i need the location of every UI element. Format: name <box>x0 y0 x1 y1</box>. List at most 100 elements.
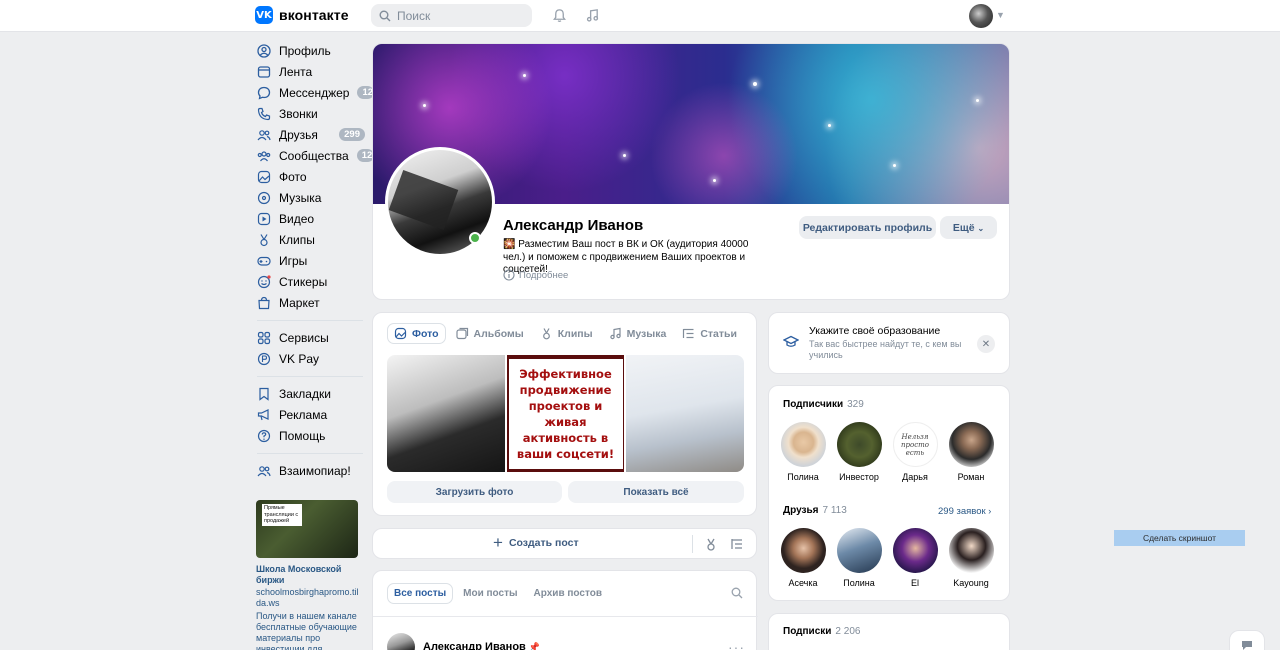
follower-item[interactable]: Инвестор <box>831 422 887 482</box>
ad-url[interactable]: schoolmosbirghapromo.tilda.ws <box>256 587 360 609</box>
profile-card: Александр Иванов 🎇 Разместим Ваш пост в … <box>372 43 1010 300</box>
user-avatar[interactable] <box>969 4 993 28</box>
clips-icon[interactable] <box>704 537 718 554</box>
vkpay-icon <box>257 352 271 366</box>
sidebar-item[interactable]: Закладки <box>255 383 365 404</box>
ad-title[interactable]: Школа Московской биржи <box>256 564 360 586</box>
graduation-cap-icon <box>782 335 800 352</box>
friend-item[interactable]: Асечка <box>775 528 831 588</box>
sidebar-item[interactable]: Игры <box>255 250 365 271</box>
clips-icon <box>542 328 550 340</box>
followers-title[interactable]: Подписчики 329 <box>783 399 864 410</box>
friends-title[interactable]: Друзья 7 113 <box>783 505 847 516</box>
photo-thumbnail[interactable]: Эффективное продвижение проектов и живая… <box>506 355 625 472</box>
sidebar-item[interactable]: Лента <box>255 61 365 82</box>
sidebar-item[interactable]: Звонки <box>255 103 365 124</box>
photo-thumbnail[interactable] <box>387 355 505 472</box>
followers-count: 329 <box>847 399 864 410</box>
profile-more-label: Подробнее <box>519 269 569 281</box>
sidebar-item-label: Стикеры <box>279 274 328 289</box>
sidebar-item-label: Профиль <box>279 43 331 58</box>
message-icon <box>257 86 271 100</box>
help-icon <box>257 429 271 443</box>
friend-requests-link[interactable]: 299 заявок › <box>938 506 991 517</box>
sidebar-item[interactable]: Маркет <box>255 292 365 313</box>
gamepad-icon <box>257 254 271 268</box>
avatar <box>892 528 938 573</box>
sidebar-item-label: Закладки <box>279 386 331 401</box>
sidebar-item[interactable]: VK Pay <box>255 348 365 369</box>
post-author-avatar[interactable] <box>387 633 415 650</box>
post-menu-icon[interactable]: ··· <box>728 639 745 650</box>
post-tab[interactable]: Все посты <box>387 583 454 604</box>
sidebar-item[interactable]: Клипы <box>255 229 365 250</box>
search-input[interactable] <box>397 8 517 23</box>
follower-item[interactable]: Полина <box>775 422 831 482</box>
sidebar-item[interactable]: Помощь <box>255 425 365 446</box>
subscriptions-title[interactable]: Подписки 2 206 <box>783 626 860 637</box>
screenshot-button[interactable]: Сделать скриншот <box>1114 530 1245 546</box>
search-icon[interactable] <box>731 587 743 602</box>
tab-album[interactable]: Альбомы <box>450 323 530 344</box>
article-icon <box>683 328 694 339</box>
sidebar-item[interactable]: Взаимопиар! <box>255 460 365 481</box>
divider <box>692 535 693 553</box>
article-icon[interactable] <box>730 537 744 554</box>
user-circle-icon <box>257 43 271 58</box>
sidebar-item[interactable]: Стикеры <box>255 271 365 292</box>
follower-item[interactable]: Нельзя просто есть Дарья <box>887 422 943 482</box>
sidebar-item[interactable]: Фото <box>255 166 365 187</box>
sidebar-item-label: Фото <box>279 169 307 184</box>
edit-profile-button[interactable]: Редактировать профиль <box>799 216 936 239</box>
create-post-button[interactable]: + Создать пост <box>493 534 579 551</box>
tab-music[interactable]: Музыка <box>603 323 673 344</box>
ad-image[interactable]: Прямые трансляции с продажей <box>256 500 358 558</box>
show-all-button[interactable]: Показать всё <box>568 481 744 503</box>
bell-icon[interactable] <box>551 7 567 23</box>
close-icon[interactable]: ✕ <box>977 335 995 353</box>
profile-more-link[interactable]: Подробнее <box>503 269 568 281</box>
post-tab[interactable]: Мои посты <box>457 583 523 604</box>
post-tabs: Все посты Мои посты Архив постов <box>387 583 608 604</box>
photo-grid: Эффективное продвижение проектов и живая… <box>387 355 744 472</box>
sidebar-ad[interactable]: Прямые трансляции с продажей Школа Моско… <box>256 500 360 650</box>
tab-label: Фото <box>412 327 439 340</box>
sidebar-item[interactable]: Сервисы <box>255 327 365 348</box>
chevron-down-icon[interactable]: ▼ <box>996 10 1005 20</box>
tab-clips[interactable]: Клипы <box>534 323 599 344</box>
sidebar-item[interactable]: Друзья 299 <box>255 124 365 145</box>
sidebar-item-label: Сообщества <box>279 148 349 163</box>
music-note-icon[interactable] <box>584 7 600 23</box>
sidebar-item[interactable]: Мессенджер 12 <box>255 82 375 103</box>
sidebar-item-label: VK Pay <box>279 351 320 366</box>
bookmark-icon <box>257 387 271 401</box>
post-author-name[interactable]: Александр Иванов 📌 <box>423 641 540 650</box>
phone-icon <box>257 107 271 121</box>
divider <box>373 616 758 617</box>
tab-article[interactable]: Статьи <box>676 323 743 344</box>
vk-logo[interactable]: VK вконтакте <box>255 6 349 24</box>
follower-item[interactable]: Роман <box>943 422 999 482</box>
music-icon <box>609 327 621 340</box>
photo-thumbnail[interactable] <box>626 355 744 472</box>
chat-button[interactable] <box>1229 630 1265 650</box>
sidebar-item[interactable]: Сообщества 12 <box>255 145 374 166</box>
sidebar-item-label: Друзья <box>279 127 318 142</box>
sidebar-item[interactable]: Реклама <box>255 404 365 425</box>
chevron-down-icon: ⌄ <box>977 223 985 233</box>
divider <box>257 320 363 321</box>
cover-star <box>893 164 896 167</box>
tab-photo[interactable]: Фото <box>387 323 446 344</box>
sidebar-item[interactable]: Видео <box>255 208 365 229</box>
users-icon <box>257 128 271 142</box>
friend-item[interactable]: Kayoung <box>943 528 999 588</box>
post-tab[interactable]: Архив постов <box>528 583 608 604</box>
search-box[interactable] <box>371 4 532 27</box>
chevron-right-icon: › <box>988 506 992 516</box>
friend-item[interactable]: Полина <box>831 528 887 588</box>
friend-item[interactable]: El <box>887 528 943 588</box>
upload-photo-button[interactable]: Загрузить фото <box>387 481 562 503</box>
sidebar-item[interactable]: Профиль <box>255 40 365 61</box>
more-button[interactable]: Ещё ⌄ <box>940 216 997 239</box>
sidebar-item[interactable]: Музыка <box>255 187 365 208</box>
